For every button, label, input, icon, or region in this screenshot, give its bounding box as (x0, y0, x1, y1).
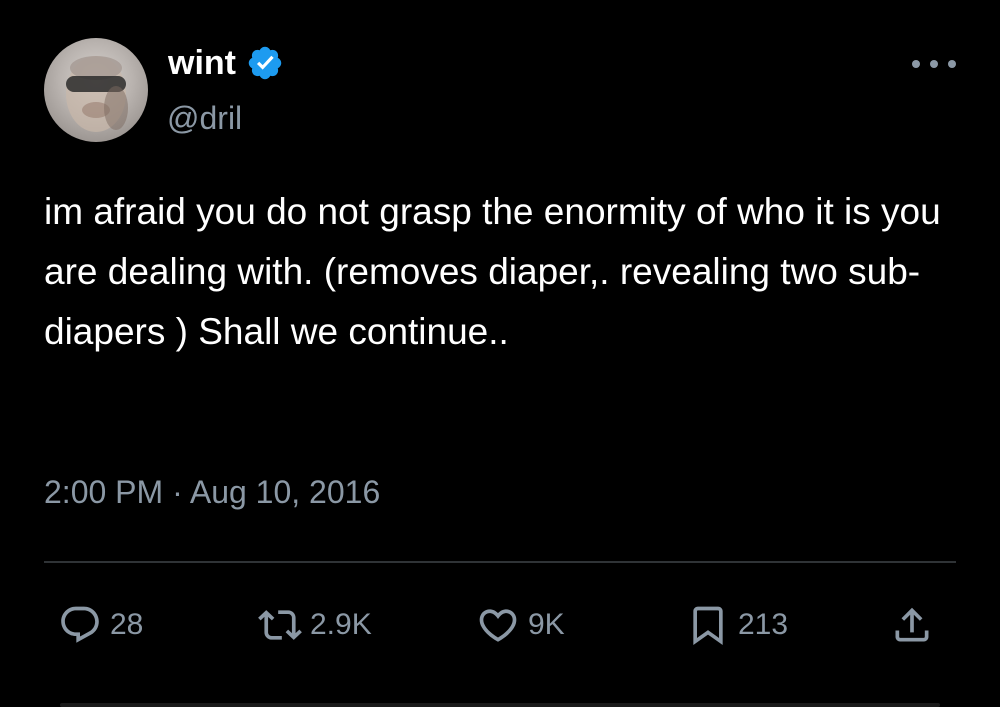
bottom-edge (60, 703, 940, 707)
display-name-text[interactable]: wint (168, 40, 236, 86)
retweet-count: 2.9K (310, 608, 372, 641)
tweet-timestamp[interactable]: 2:00 PM · Aug 10, 2016 (44, 470, 380, 514)
reply-icon (61, 606, 99, 643)
verified-badge-icon (248, 46, 282, 80)
retweet-button[interactable]: 2.9K (258, 598, 372, 652)
reply-count: 28 (110, 608, 144, 641)
avatar-image (66, 56, 128, 132)
like-count: 9K (528, 608, 565, 641)
tweet-text: im afraid you do not grasp the enormity … (44, 191, 941, 352)
bookmark-button[interactable]: 213 (686, 598, 788, 652)
reply-button[interactable]: 28 (58, 598, 143, 652)
more-options-icon[interactable] (912, 54, 956, 74)
divider (44, 561, 956, 563)
handle[interactable]: @dril (167, 96, 242, 140)
bookmark-icon (693, 606, 723, 646)
bookmark-count: 213 (738, 608, 789, 641)
share-icon (895, 607, 929, 642)
retweet-icon (258, 610, 302, 640)
tweet-card: wint @dril im afraid you do not grasp th… (0, 0, 1000, 707)
share-button[interactable] (890, 598, 934, 652)
like-button[interactable]: 9K (476, 598, 565, 652)
display-name[interactable]: wint (168, 40, 284, 86)
avatar[interactable] (44, 38, 148, 142)
heart-icon (479, 609, 517, 642)
